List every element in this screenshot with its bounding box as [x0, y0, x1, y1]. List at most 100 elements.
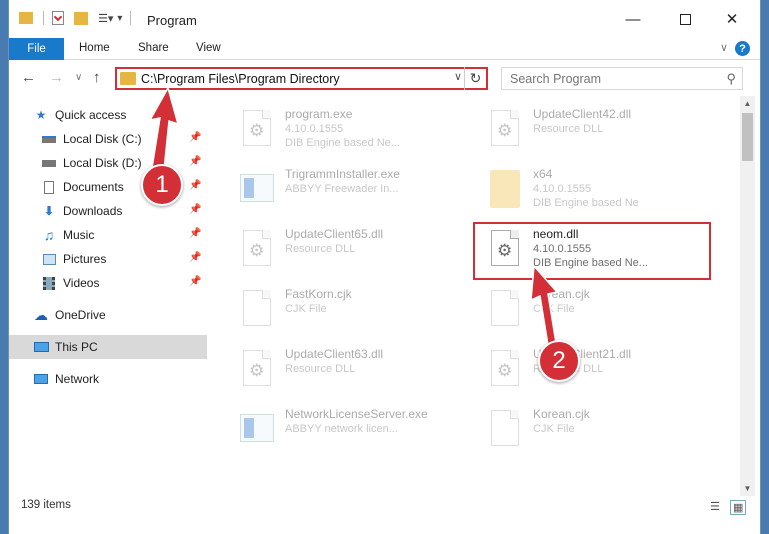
- computer-icon: [33, 340, 49, 354]
- scrollbar-thumb[interactable]: [742, 113, 753, 161]
- file-type: CJK File: [533, 423, 575, 435]
- tab-share[interactable]: Share: [138, 42, 169, 54]
- search-input[interactable]: [502, 68, 702, 89]
- file-name: UpdateClient42.dll: [533, 107, 632, 121]
- sidebar-item-pictures[interactable]: Pictures 📌: [9, 247, 207, 271]
- details-view-icon[interactable]: ☰: [710, 500, 720, 513]
- file-icon: [488, 410, 522, 450]
- close-icon: ✕: [725, 11, 739, 28]
- sidebar-item-downloads[interactable]: ⬇ Downloads 📌: [9, 199, 207, 223]
- item-count: 139 items: [21, 499, 71, 511]
- up-arrow-icon[interactable]: ↑: [93, 69, 101, 86]
- pin-icon: 📌: [189, 132, 202, 143]
- file-description: ABBYY Freewader In...: [285, 183, 399, 195]
- file-version: 4.10.0.1555: [533, 183, 592, 195]
- file-item[interactable]: ⚙ UpdateClient63.dll Resource DLL: [217, 344, 457, 394]
- sidebar-item-label: Downloads: [63, 204, 123, 218]
- folder-icon: [120, 72, 136, 85]
- tab-file[interactable]: File: [9, 38, 64, 60]
- address-path[interactable]: C:\Program Files\Program Directory: [141, 72, 340, 86]
- sidebar-item-label: Local Disk (D:): [63, 156, 142, 170]
- divider: [43, 11, 44, 25]
- file-name: program.exe: [285, 107, 353, 121]
- file-item[interactable]: ⚙ UpdateClient42.dll Resource DLL: [465, 104, 705, 154]
- file-name: NetworkLicenseServer.exe: [285, 407, 428, 421]
- file-name: UpdateClient65.dll: [285, 227, 384, 241]
- maximize-button[interactable]: [662, 0, 708, 38]
- properties-icon[interactable]: [52, 11, 64, 25]
- refresh-icon[interactable]: ↻: [464, 67, 486, 90]
- network-icon: [33, 372, 49, 386]
- large-icons-view-icon[interactable]: ▦: [730, 500, 747, 515]
- file-icon: [488, 290, 522, 330]
- address-bar[interactable]: C:\Program Files\Program Directory ∨ ↻: [115, 67, 488, 90]
- download-icon: ⬇: [43, 204, 55, 218]
- sidebar-item-label: Documents: [63, 180, 124, 194]
- file-name: FastKorn.cjk: [285, 287, 352, 301]
- sidebar-item-network[interactable]: Network: [9, 367, 207, 391]
- dll-icon: ⚙: [240, 350, 274, 390]
- vertical-scrollbar[interactable]: ▲ ▼: [740, 96, 755, 496]
- sidebar-item-local-disk-c[interactable]: Local Disk (C:) 📌: [9, 127, 207, 151]
- file-item[interactable]: ⚙ program.exe 4.10.0.1555 DIB Engine bas…: [217, 104, 457, 154]
- videos-icon: [41, 276, 57, 290]
- new-folder-icon[interactable]: [74, 11, 88, 25]
- close-button[interactable]: ✕: [709, 0, 755, 38]
- file-item[interactable]: NetworkLicenseServer.exe ABBYY network l…: [217, 404, 457, 454]
- sidebar-item-this-pc[interactable]: This PC: [9, 335, 207, 359]
- scroll-up-icon[interactable]: ▲: [740, 96, 755, 111]
- sidebar-item-label: Local Disk (C:): [63, 132, 142, 146]
- scroll-down-icon[interactable]: ▼: [740, 481, 755, 496]
- expand-ribbon-icon[interactable]: ∨: [720, 41, 728, 54]
- step-badge-2: 2: [538, 340, 580, 382]
- highlight-box: [473, 222, 711, 280]
- chevron-down-icon[interactable]: ∨: [454, 70, 462, 83]
- dll-icon: ⚙: [488, 110, 522, 150]
- sidebar-item-label: Pictures: [63, 252, 107, 266]
- file-name: x64: [533, 167, 553, 181]
- pin-icon: 📌: [189, 228, 202, 239]
- file-icon: [240, 290, 274, 330]
- sidebar-item-label: Quick access: [55, 108, 127, 122]
- file-name: TrigrammInstaller.exe: [285, 167, 400, 181]
- music-icon: ♫: [43, 227, 55, 243]
- sidebar-item-videos[interactable]: Videos 📌: [9, 271, 207, 295]
- file-list: ⚙ program.exe 4.10.0.1555 DIB Engine bas…: [207, 96, 740, 496]
- tab-home[interactable]: Home: [79, 42, 110, 54]
- search-icon[interactable]: ⚲: [726, 71, 736, 87]
- file-item[interactable]: TrigrammInstaller.exe ABBYY Freewader In…: [217, 164, 457, 214]
- pin-icon: 📌: [189, 204, 202, 215]
- file-item[interactable]: Korean.cjk CJK File: [465, 404, 705, 454]
- view-options-icon[interactable]: ☰▾: [98, 12, 113, 25]
- sidebar-item-label: Videos: [63, 276, 100, 290]
- file-item[interactable]: ⚙ UpdateClient65.dll Resource DLL: [217, 224, 457, 274]
- drive-icon: [41, 156, 57, 170]
- back-arrow-icon[interactable]: ←: [21, 69, 36, 86]
- forward-arrow-icon[interactable]: →: [49, 69, 64, 86]
- tab-view[interactable]: View: [196, 42, 221, 54]
- search-box[interactable]: ⚲: [501, 67, 743, 90]
- pin-icon: 📌: [189, 252, 202, 263]
- folder-icon: [488, 170, 522, 210]
- window-title: Program: [147, 13, 197, 28]
- documents-icon: [41, 180, 57, 194]
- minimize-button[interactable]: —: [610, 0, 656, 38]
- sidebar-item-label: This PC: [55, 340, 98, 354]
- maximize-icon: [679, 13, 691, 25]
- file-item[interactable]: ⚙ UpdateClient21.dll Resource DLL: [465, 344, 705, 394]
- file-item[interactable]: x64 4.10.0.1555 DIB Engine based Ne: [465, 164, 705, 214]
- file-type: Resource DLL: [285, 243, 356, 255]
- file-name: Korean.cjk: [533, 287, 590, 301]
- app-icon: [240, 170, 274, 210]
- file-item[interactable]: FastKorn.cjk CJK File: [217, 284, 457, 334]
- pin-icon: 📌: [189, 276, 202, 287]
- recent-locations-icon[interactable]: ∨: [75, 72, 82, 83]
- pictures-icon: [41, 252, 57, 266]
- navigation-pane: ★ Quick access Local Disk (C:) 📌 Local D…: [9, 96, 207, 496]
- customize-toolbar-icon[interactable]: ▾: [117, 13, 122, 24]
- help-button[interactable]: ?: [735, 41, 750, 56]
- sidebar-item-music[interactable]: ♫ Music 📌: [9, 223, 207, 247]
- sidebar-item-quick-access[interactable]: ★ Quick access: [9, 103, 207, 127]
- sidebar-item-onedrive[interactable]: ☁ OneDrive: [9, 303, 207, 327]
- file-item[interactable]: Korean.cjk CJK File: [465, 284, 705, 334]
